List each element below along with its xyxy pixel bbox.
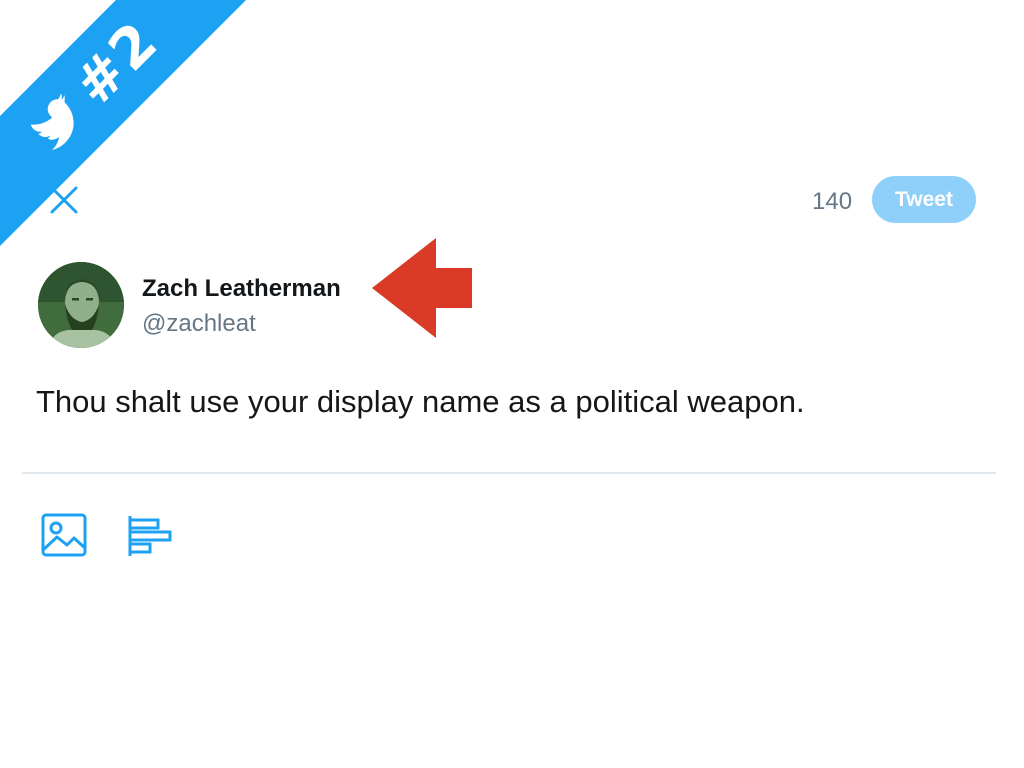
divider [22,472,996,474]
tweet-text-input[interactable]: Thou shalt use your display name as a po… [36,384,805,420]
page: #2 140 Tweet Zach Leatherman @zachleat T… [0,0,1024,768]
avatar [38,262,124,348]
avatar-image [38,262,124,348]
tweet-button[interactable]: Tweet [872,176,976,223]
character-counter: 140 [812,188,853,215]
arrow-left-icon [372,238,472,338]
close-icon[interactable] [48,184,80,216]
image-icon[interactable] [40,512,88,558]
corner-ribbon: #2 [0,0,291,282]
poll-icon[interactable] [126,514,174,558]
user-handle[interactable]: @zachleat [142,310,256,338]
display-name[interactable]: Zach Leatherman [142,275,341,303]
twitter-bird-icon [30,93,74,151]
ribbon-label: #2 [61,8,172,119]
